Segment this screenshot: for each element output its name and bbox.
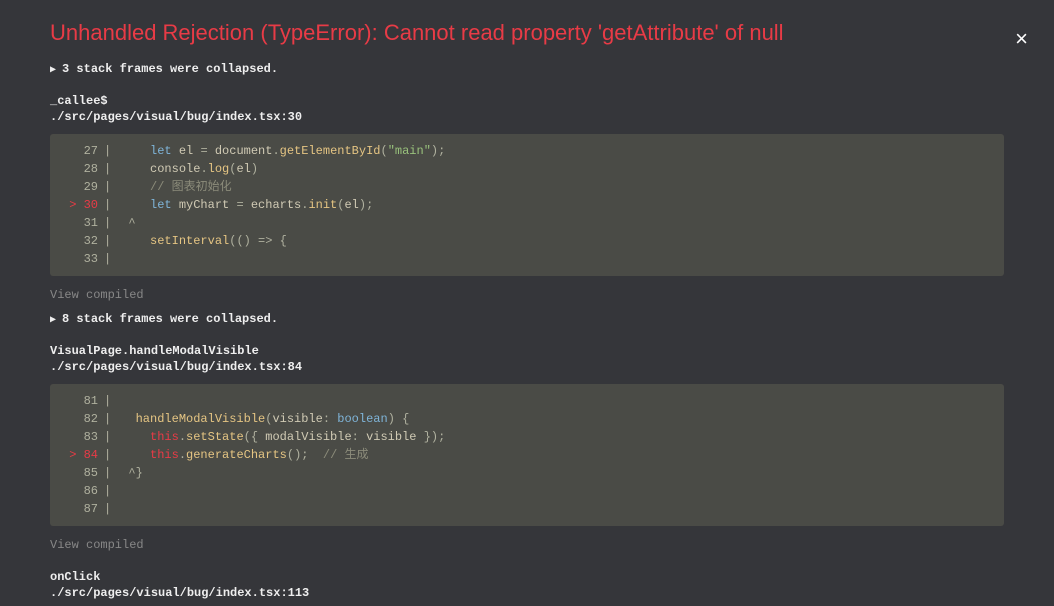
stack-frame-1: _callee$ ./src/pages/visual/bug/index.ts… xyxy=(50,94,1004,124)
gutter-pipe: | xyxy=(104,392,121,410)
gutter-pipe: | xyxy=(104,142,121,160)
code-content: ^} xyxy=(121,464,143,482)
error-title: Unhandled Rejection (TypeError): Cannot … xyxy=(50,20,1004,46)
line-number: 29 xyxy=(60,178,104,196)
code-content: console.log(el) xyxy=(121,160,258,178)
code-content: let myChart = echarts.init(el); xyxy=(121,196,373,214)
line-number: 83 xyxy=(60,428,104,446)
code-line: 27 | let el = document.getElementById("m… xyxy=(50,142,1004,160)
code-line: 87 | xyxy=(50,500,1004,518)
line-number: 33 xyxy=(60,250,104,268)
line-number: 28 xyxy=(60,160,104,178)
code-line: 85 | ^} xyxy=(50,464,1004,482)
gutter-pipe: | xyxy=(104,500,121,518)
code-block-2: 81 | 82 | handleModalVisible(visible: bo… xyxy=(50,384,1004,526)
gutter-pipe: | xyxy=(104,160,121,178)
code-content: setInterval(() => { xyxy=(121,232,287,250)
line-number: 82 xyxy=(60,410,104,428)
gutter-pipe: | xyxy=(104,410,121,428)
frame-fn: onClick xyxy=(50,570,1004,584)
gutter-pipe: | xyxy=(104,250,121,268)
code-content: handleModalVisible(visible: boolean) { xyxy=(121,410,409,428)
line-number: 87 xyxy=(60,500,104,518)
gutter-pipe: | xyxy=(104,196,121,214)
view-compiled-link[interactable]: View compiled xyxy=(50,288,1004,302)
error-overlay: Unhandled Rejection (TypeError): Cannot … xyxy=(0,0,1054,606)
line-number: 32 xyxy=(60,232,104,250)
collapsed-frames-1[interactable]: 3 stack frames were collapsed. xyxy=(50,62,1004,76)
gutter-pipe: | xyxy=(104,178,121,196)
stack-frame-2: VisualPage.handleModalVisible ./src/page… xyxy=(50,344,1004,374)
line-number: 27 xyxy=(60,142,104,160)
gutter-pipe: | xyxy=(104,482,121,500)
frame-src: ./src/pages/visual/bug/index.tsx:84 xyxy=(50,360,1004,374)
code-block-1: 27 | let el = document.getElementById("m… xyxy=(50,134,1004,276)
frame-fn: VisualPage.handleModalVisible xyxy=(50,344,1004,358)
collapsed-frames-2[interactable]: 8 stack frames were collapsed. xyxy=(50,312,1004,326)
line-number: > 84 xyxy=(60,446,104,464)
code-line: 81 | xyxy=(50,392,1004,410)
code-content: this.generateCharts(); // 生成 xyxy=(121,446,368,464)
gutter-pipe: | xyxy=(104,232,121,250)
close-icon[interactable]: × xyxy=(1015,28,1028,50)
code-line: 31 | ^ xyxy=(50,214,1004,232)
code-content: this.setState({ modalVisible: visible })… xyxy=(121,428,445,446)
line-number: 31 xyxy=(60,214,104,232)
gutter-pipe: | xyxy=(104,428,121,446)
code-content: // 图表初始化 xyxy=(121,178,231,196)
gutter-pipe: | xyxy=(104,464,121,482)
gutter-pipe: | xyxy=(104,446,121,464)
code-content: ^ xyxy=(121,214,135,232)
code-line: 33 | xyxy=(50,250,1004,268)
line-number: 85 xyxy=(60,464,104,482)
view-compiled-link[interactable]: View compiled xyxy=(50,538,1004,552)
code-line: 29 | // 图表初始化 xyxy=(50,178,1004,196)
code-line-error: > 30 | let myChart = echarts.init(el); xyxy=(50,196,1004,214)
code-line: 86 | xyxy=(50,482,1004,500)
code-content: let el = document.getElementById("main")… xyxy=(121,142,445,160)
code-line: 82 | handleModalVisible(visible: boolean… xyxy=(50,410,1004,428)
line-number: > 30 xyxy=(60,196,104,214)
code-line-error: > 84 | this.generateCharts(); // 生成 xyxy=(50,446,1004,464)
frame-fn: _callee$ xyxy=(50,94,1004,108)
code-line: 32 | setInterval(() => { xyxy=(50,232,1004,250)
gutter-pipe: | xyxy=(104,214,121,232)
frame-src: ./src/pages/visual/bug/index.tsx:30 xyxy=(50,110,1004,124)
stack-frame-3: onClick ./src/pages/visual/bug/index.tsx… xyxy=(50,570,1004,600)
code-line: 28 | console.log(el) xyxy=(50,160,1004,178)
code-line: 83 | this.setState({ modalVisible: visib… xyxy=(50,428,1004,446)
line-number: 86 xyxy=(60,482,104,500)
frame-src: ./src/pages/visual/bug/index.tsx:113 xyxy=(50,586,1004,600)
line-number: 81 xyxy=(60,392,104,410)
